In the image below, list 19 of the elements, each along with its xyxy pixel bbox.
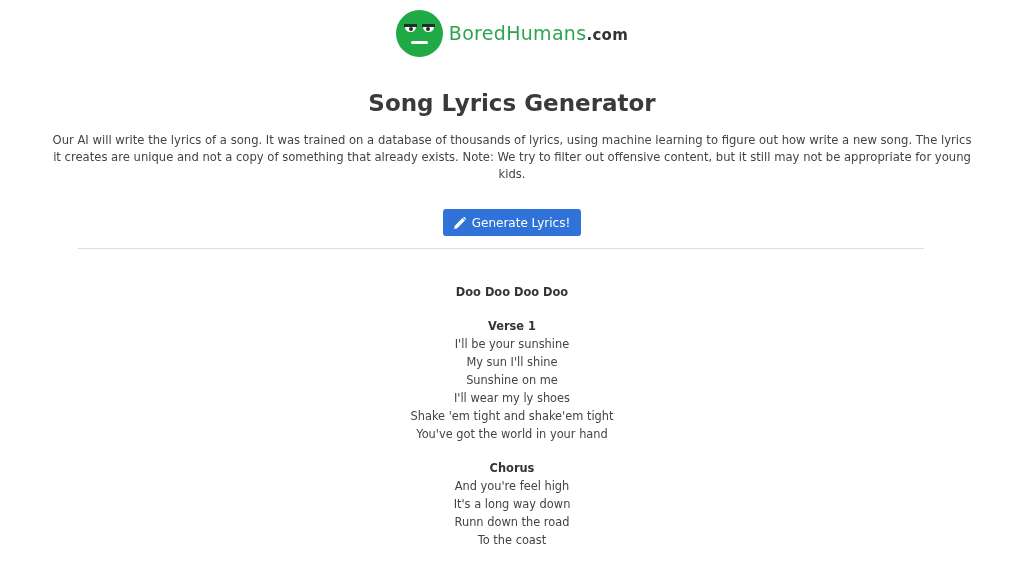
song-title: Doo Doo Doo Doo (455, 284, 569, 301)
lyric-line: And you're feel high (454, 478, 570, 495)
lyric-line: You've got the world in your hand (416, 426, 608, 443)
section-heading: Chorus (489, 460, 535, 477)
lyric-line: Runn down the road (454, 514, 570, 531)
lyric-line: To the coast (477, 532, 547, 549)
lyric-line: I'll wear my ly shoes (453, 390, 571, 407)
lyric-line: Shake 'em tight and shake'em tight (410, 408, 614, 425)
pencil-icon (453, 216, 466, 229)
lyric-line: Sunshine on me (466, 372, 558, 389)
section-heading: Verse 1 (488, 318, 536, 335)
description-text: Our AI will write the lyrics of a song. It was trained on a database of thousands of lyrics, using machine learning to figure out how write a new song. The lyrics it creates are unique and not a copy of something that already exists. Note: We try to filter out offensive content, but it still may not be appropriate for young kids. (51, 132, 973, 183)
site-logo-text[interactable]: BoredHumans.com (448, 22, 629, 44)
generate-button[interactable]: Generate Lyrics! (442, 209, 582, 236)
lyric-line: My sun I'll shine (466, 354, 558, 371)
page-title: Song Lyrics Generator (367, 89, 657, 118)
lyric-line: It's a long way down (453, 496, 571, 513)
lyric-line: I'll be your sunshine (454, 336, 570, 353)
logo-icon (395, 9, 443, 57)
